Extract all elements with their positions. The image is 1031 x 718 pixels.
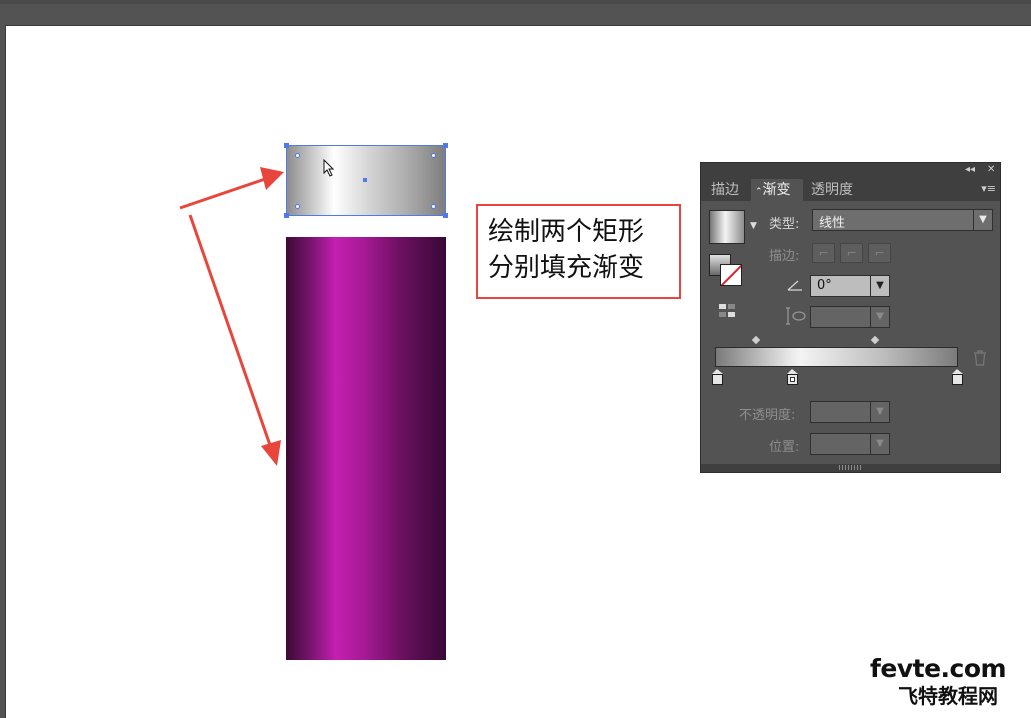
position-label: 位置: (769, 440, 800, 455)
angle-input[interactable]: 0° ▼ (810, 275, 890, 297)
selection-handle[interactable] (284, 143, 289, 148)
chevron-down-icon: ▼ (973, 210, 992, 230)
selection-handle[interactable] (443, 143, 448, 148)
trash-icon[interactable] (973, 350, 987, 366)
chevron-down-icon: ▼ (870, 276, 889, 296)
callout-line-1: 绘制两个矩形 (488, 217, 645, 247)
arrow-to-top-rect (179, 176, 269, 210)
tab-gradient-label: 渐变 (762, 182, 791, 198)
corner-widget[interactable] (295, 204, 300, 209)
panel-menu-icon[interactable]: ▾≡ (981, 182, 996, 195)
chevron-down-icon: ▼ (870, 402, 889, 422)
corner-widget[interactable] (295, 153, 300, 158)
grip-dots (839, 465, 863, 470)
gradient-preview-swatch[interactable] (709, 210, 745, 244)
gradient-slider-bar[interactable] (715, 347, 958, 367)
callout-line-2: 分别填充渐变 (488, 253, 645, 283)
midpoint-diamond[interactable] (751, 335, 761, 345)
aspect-ratio-input[interactable]: ▼ (810, 306, 890, 328)
arrow-to-bottom-rect (188, 214, 273, 449)
stroke-gradient-across-button[interactable]: ⌐ (868, 243, 891, 263)
annotation-callout: 绘制两个矩形 分别填充渐变 (476, 204, 681, 299)
arrow-head-bottom (261, 440, 281, 466)
gradient-stop-middle[interactable] (787, 369, 798, 385)
gradient-stop-left[interactable] (712, 369, 723, 385)
panel-resize-grip[interactable] (701, 464, 1000, 472)
close-icon[interactable]: ✕ (987, 164, 995, 175)
arrow-head-top (260, 167, 284, 190)
opacity-input[interactable]: ▼ (810, 401, 890, 423)
chevron-down-icon: ▼ (870, 307, 889, 327)
stroke-gradient-within-button[interactable]: ⌐ (812, 243, 835, 263)
position-input[interactable]: ▼ (810, 433, 890, 455)
gradient-panel: ◂◂ ✕ 描边 ⌃渐变 透明度 ▾≡ ▼ 类型: 线性 ▼ 描边: ⌐ ⌐ ⌐ … (700, 162, 1001, 473)
gradient-stop-right[interactable] (952, 369, 963, 385)
reverse-gradient-icon[interactable] (718, 303, 736, 319)
center-point (363, 178, 367, 182)
tab-updown-icon: ⌃ (755, 187, 763, 197)
panel-tabs: 描边 ⌃渐变 透明度 ▾≡ (701, 179, 1000, 201)
type-select-value: 线性 (819, 216, 846, 231)
corner-widget[interactable] (431, 153, 436, 158)
angle-icon (787, 280, 802, 291)
stroke-label: 描边: (769, 249, 800, 264)
collapse-icon[interactable]: ◂◂ (965, 164, 975, 175)
midpoint-diamond[interactable] (870, 335, 880, 345)
tab-gradient[interactable]: ⌃渐变 (751, 179, 803, 201)
mouse-cursor-icon (323, 159, 335, 177)
opacity-label: 不透明度: (739, 408, 796, 423)
corner-widget[interactable] (431, 204, 436, 209)
type-label: 类型: (769, 217, 800, 232)
angle-value: 0° (817, 278, 832, 293)
selection-handle[interactable] (284, 213, 289, 218)
watermark-site-name: 飞特教程网 (898, 684, 998, 708)
stroke-swatch-none[interactable] (720, 264, 742, 286)
chevron-down-icon: ▼ (870, 434, 889, 454)
selection-handle[interactable] (443, 213, 448, 218)
stroke-gradient-along-button[interactable]: ⌐ (840, 243, 863, 263)
tab-transparency[interactable]: 透明度 (805, 179, 859, 201)
chevron-down-icon[interactable]: ▼ (750, 221, 757, 231)
type-select[interactable]: 线性 ▼ (812, 209, 993, 231)
tab-stroke[interactable]: 描边 (705, 179, 745, 201)
aspect-ratio-icon (786, 307, 806, 325)
panel-title-bar[interactable]: ◂◂ ✕ (701, 163, 1000, 179)
watermark-url: fevte.com (870, 654, 1007, 683)
purple-gradient-rectangle[interactable] (286, 237, 446, 660)
